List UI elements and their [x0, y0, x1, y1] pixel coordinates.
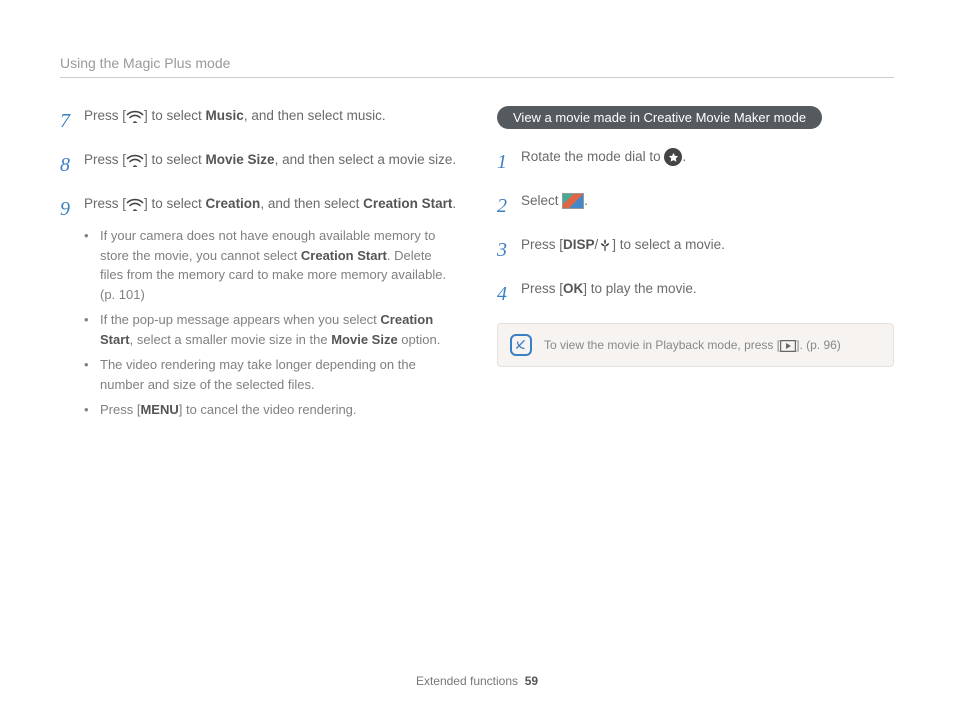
- footer-page: 59: [525, 674, 538, 688]
- macro-icon: [598, 238, 612, 252]
- step-7: 7 Press [ ] to select Music, and then sel…: [60, 106, 457, 136]
- note-box: To view the movie in Playback mode, pres…: [497, 323, 894, 367]
- step-body: Press [ ] to select Music, and then selec…: [84, 106, 457, 136]
- step-number: 2: [497, 191, 511, 221]
- text: , select a smaller movie size in the: [130, 332, 332, 347]
- note-text: To view the movie in Playback mode, pres…: [544, 338, 841, 352]
- footer-section: Extended functions: [416, 674, 518, 688]
- step-8: 8 Press [ ] to select Movie Size, and the…: [60, 150, 457, 180]
- bold-creation: Creation: [206, 196, 261, 211]
- wifi-icon: [126, 110, 144, 123]
- step-body: Press [DISP/] to select a movie.: [521, 235, 894, 265]
- list-item: If the pop-up message appears when you s…: [84, 310, 457, 349]
- movie-maker-icon: [562, 193, 584, 209]
- text: option.: [398, 332, 441, 347]
- step-r3: 3 Press [DISP/] to select a movie.: [497, 235, 894, 265]
- ok-label: OK: [563, 281, 583, 296]
- text: Press [: [100, 402, 140, 417]
- text: ] to select a movie.: [612, 237, 725, 252]
- text: Press [: [84, 108, 126, 123]
- disp-label: DISP: [563, 237, 595, 252]
- text: ]. (p. 96): [796, 338, 841, 352]
- text: , and then select a movie size.: [275, 152, 457, 167]
- step-number: 3: [497, 235, 511, 265]
- step-number: 7: [60, 106, 74, 136]
- text: .: [682, 149, 686, 164]
- text: ] to select: [144, 108, 206, 123]
- text: Rotate the mode dial to: [521, 149, 664, 164]
- text: , and then select music.: [244, 108, 386, 123]
- text: .: [452, 196, 456, 211]
- wifi-icon: [126, 198, 144, 211]
- text: Select: [521, 193, 562, 208]
- bold-movie-size: Movie Size: [331, 332, 397, 347]
- step-body: Press [ ] to select Movie Size, and then …: [84, 150, 457, 180]
- bold-creation-start: Creation Start: [363, 196, 452, 211]
- bold-music: Music: [206, 108, 244, 123]
- page-footer: Extended functions 59: [0, 674, 954, 688]
- bold-creation-start: Creation Start: [301, 248, 387, 263]
- playback-icon: [780, 340, 796, 352]
- section-pill: View a movie made in Creative Movie Make…: [497, 106, 822, 129]
- right-column: View a movie made in Creative Movie Make…: [497, 106, 894, 440]
- step-number: 4: [497, 279, 511, 309]
- text: To view the movie in Playback mode, pres…: [544, 338, 780, 352]
- text: .: [584, 193, 588, 208]
- step-r1: 1 Rotate the mode dial to .: [497, 147, 894, 177]
- text: Press [: [521, 281, 563, 296]
- step-body: Press [OK] to play the movie.: [521, 279, 894, 309]
- step-body: Press [ ] to select Creation, and then se…: [84, 194, 457, 426]
- step-number: 9: [60, 194, 74, 426]
- text: ] to cancel the video rendering.: [179, 402, 357, 417]
- text: The video rendering may take longer depe…: [100, 355, 457, 394]
- menu-label: MENU: [140, 402, 178, 417]
- content-columns: 7 Press [] to select Music, and then sel…: [60, 106, 894, 440]
- wifi-icon: [126, 154, 144, 167]
- note-icon: [510, 334, 532, 356]
- step-number: 8: [60, 150, 74, 180]
- list-item: If your camera does not have enough avai…: [84, 226, 457, 304]
- text: Press [: [84, 152, 126, 167]
- text: ] to play the movie.: [583, 281, 696, 296]
- step-r4: 4 Press [OK] to play the movie.: [497, 279, 894, 309]
- text: Press [: [84, 196, 126, 211]
- list-item: Press [MENU] to cancel the video renderi…: [84, 400, 457, 420]
- left-column: 7 Press [] to select Music, and then sel…: [60, 106, 457, 440]
- list-item: The video rendering may take longer depe…: [84, 355, 457, 394]
- step-r2: 2 Select .: [497, 191, 894, 221]
- step-number: 1: [497, 147, 511, 177]
- magic-mode-icon: [664, 148, 682, 166]
- step-body: Select .: [521, 191, 894, 221]
- text: Press [: [521, 237, 563, 252]
- text: If the pop-up message appears when you s…: [100, 312, 380, 327]
- page-header: Using the Magic Plus mode: [60, 55, 894, 78]
- step-9-notes: If your camera does not have enough avai…: [84, 226, 457, 420]
- step-9: 9 Press [ ] to select Creation, and then …: [60, 194, 457, 426]
- step-body: Rotate the mode dial to .: [521, 147, 894, 177]
- bold-movie-size: Movie Size: [206, 152, 275, 167]
- text: , and then select: [260, 196, 363, 211]
- text: ] to select: [144, 196, 206, 211]
- text: ] to select: [144, 152, 206, 167]
